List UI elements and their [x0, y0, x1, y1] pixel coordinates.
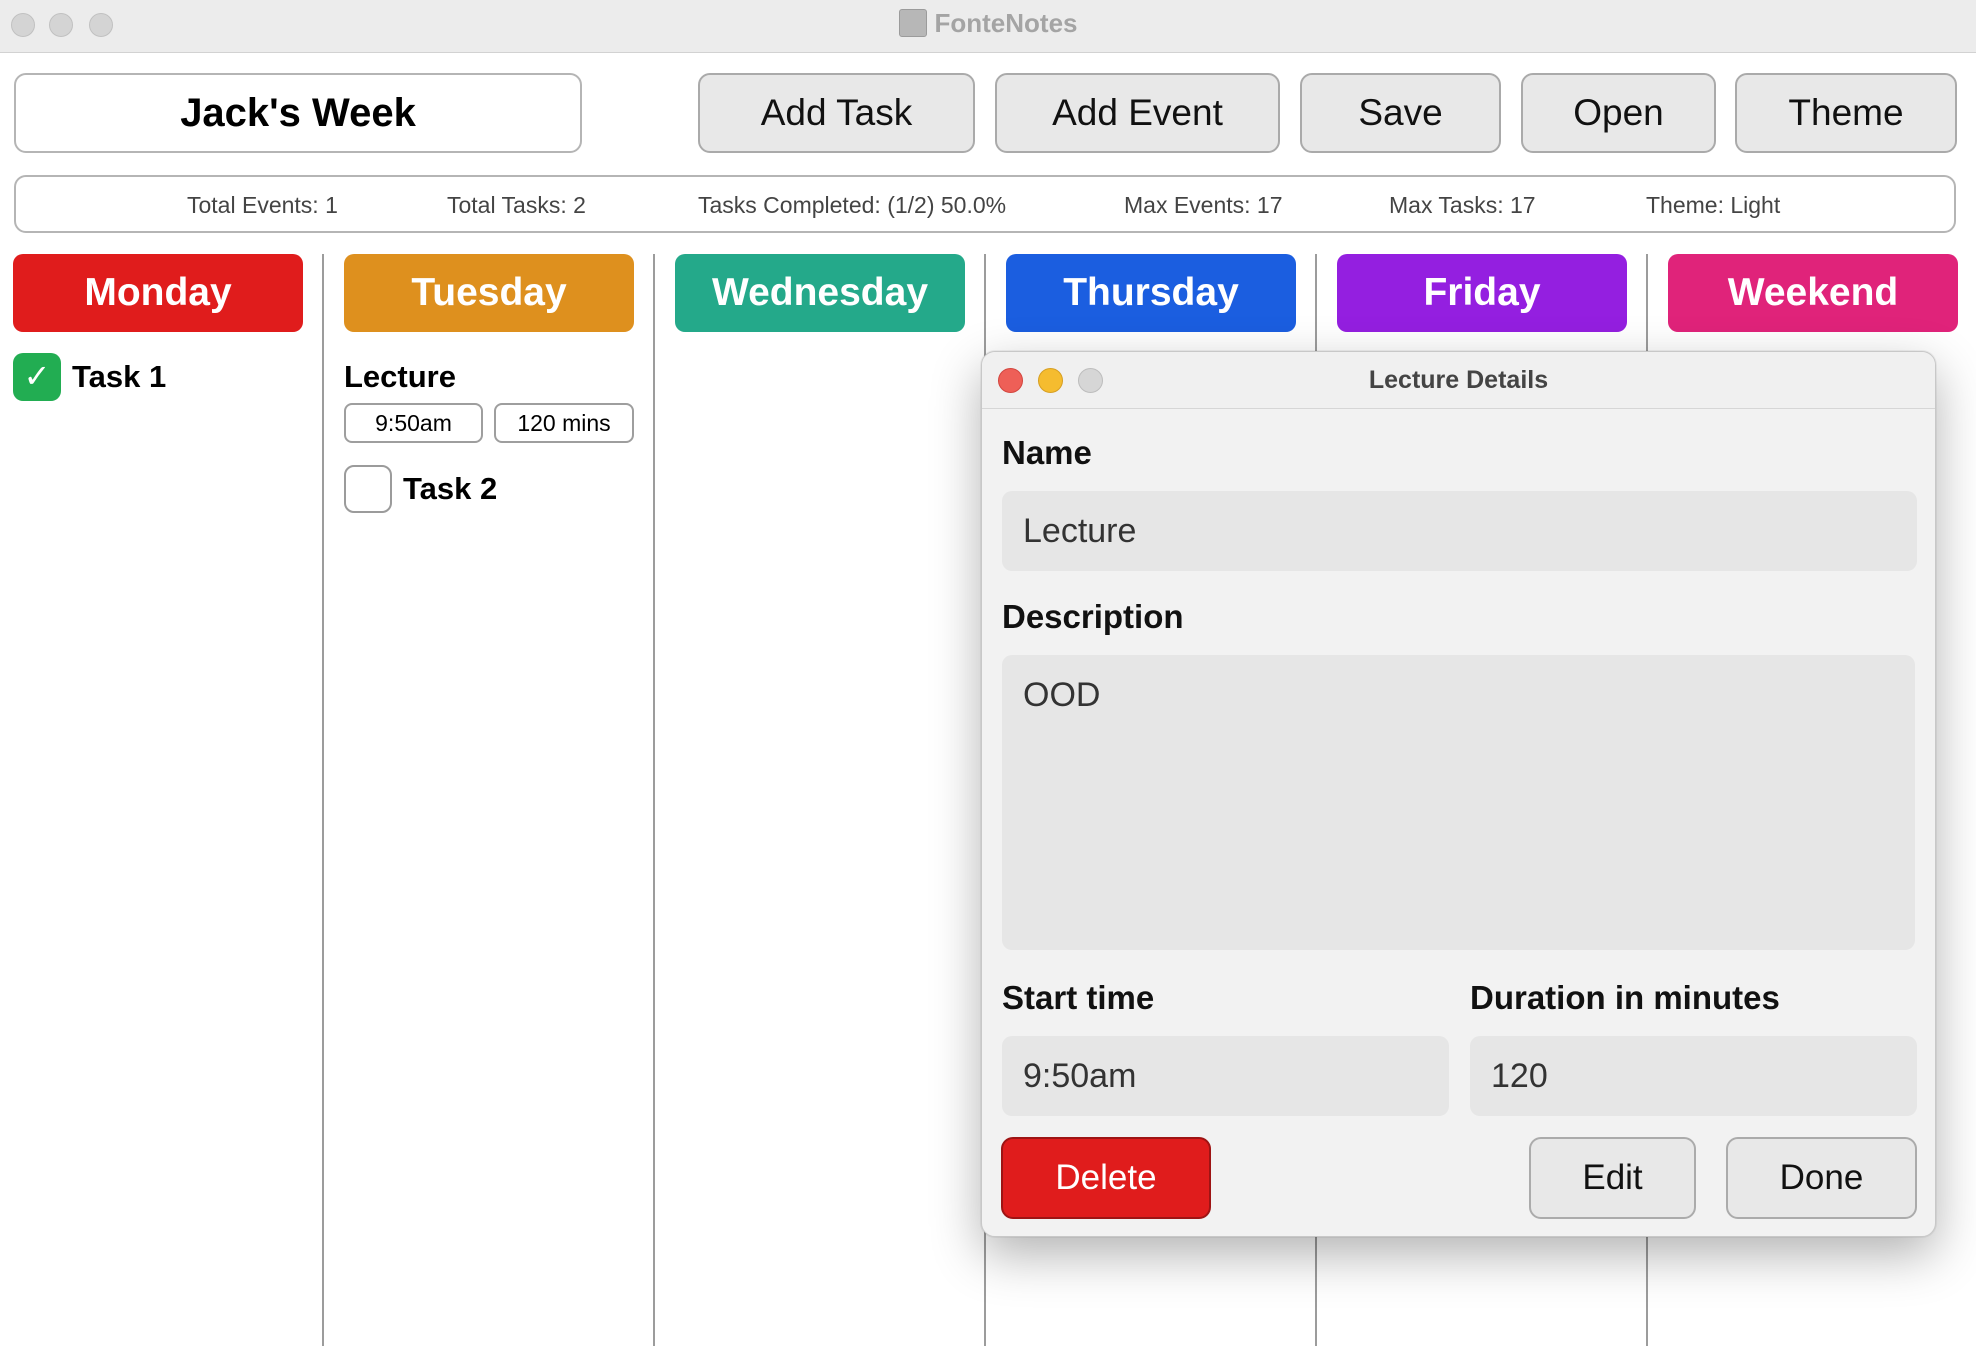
total-tasks-stat: Total Tasks: 2 [447, 192, 586, 218]
dialog-title: Lecture Details [1368, 366, 1549, 394]
day-header-tuesday: Tuesday [344, 254, 634, 332]
add-event-button[interactable]: Add Event [995, 73, 1280, 153]
task-checkbox-checked[interactable]: ✓ [13, 353, 61, 401]
description-textarea[interactable]: OOD [1002, 655, 1915, 950]
window-titlebar: FonteNotes [0, 0, 1976, 53]
name-input[interactable]: Lecture [1002, 491, 1917, 571]
task-label[interactable]: Task 1 [72, 357, 166, 397]
start-time-input[interactable]: 9:50am [1002, 1036, 1449, 1116]
event-details-dialog: Lecture Details Name Lecture Description… [981, 351, 1936, 1237]
open-button[interactable]: Open [1521, 73, 1716, 153]
theme-button[interactable]: Theme [1735, 73, 1957, 153]
tasks-completed-stat: Tasks Completed: (1/2) 50.0% [698, 192, 1007, 218]
app-icon [898, 9, 927, 37]
event-start-time-pill: 9:50am [344, 403, 483, 443]
name-label: Name [1002, 434, 1092, 471]
edit-button[interactable]: Edit [1529, 1137, 1696, 1219]
week-name-field[interactable]: Jack's Week [14, 73, 582, 153]
event-duration-pill: 120 mins [494, 403, 634, 443]
delete-button[interactable]: Delete [1001, 1137, 1211, 1219]
task-checkbox-unchecked[interactable] [344, 465, 392, 513]
start-time-label: Start time [1002, 979, 1155, 1016]
day-header-friday: Friday [1337, 254, 1627, 332]
day-header-wednesday: Wednesday [675, 254, 965, 332]
description-label: Description [1002, 598, 1184, 635]
stats-bar: Total Events: 1 Total Tasks: 2 Tasks Com… [14, 175, 1956, 233]
theme-stat: Theme: Light [1646, 192, 1781, 218]
window-title: FonteNotes [0, 0, 1976, 52]
save-button[interactable]: Save [1300, 73, 1501, 153]
add-task-button[interactable]: Add Task [698, 73, 975, 153]
total-events-stat: Total Events: 1 [187, 192, 338, 218]
day-header-monday: Monday [13, 254, 303, 332]
event-name[interactable]: Lecture [344, 357, 456, 397]
window-title-text: FonteNotes [934, 8, 1078, 38]
done-button[interactable]: Done [1726, 1137, 1917, 1219]
task-label[interactable]: Task 2 [403, 469, 497, 509]
column-divider [322, 254, 324, 1346]
dialog-titlebar: Lecture Details [982, 352, 1935, 409]
column-divider [653, 254, 655, 1346]
day-header-thursday: Thursday [1006, 254, 1296, 332]
max-events-stat: Max Events: 17 [1124, 192, 1283, 218]
day-header-weekend: Weekend [1668, 254, 1958, 332]
max-tasks-stat: Max Tasks: 17 [1389, 192, 1536, 218]
duration-input[interactable]: 120 [1470, 1036, 1917, 1116]
duration-label: Duration in minutes [1470, 979, 1780, 1016]
